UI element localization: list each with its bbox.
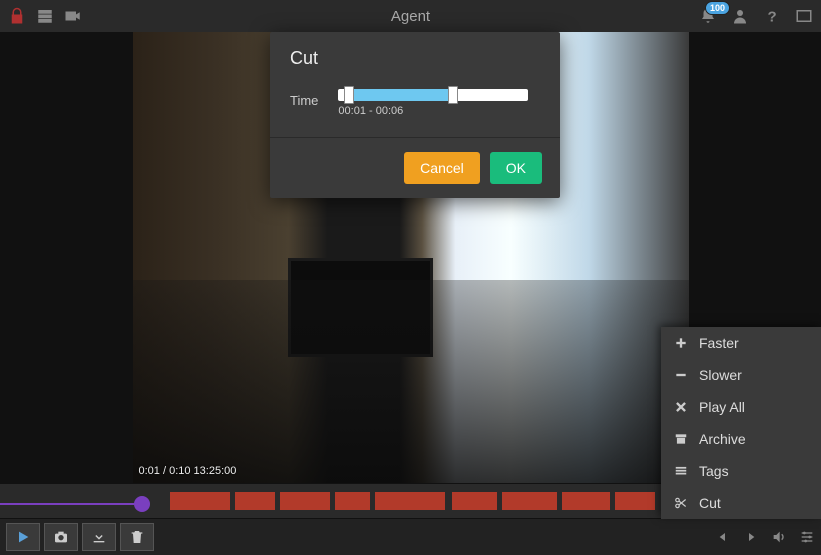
timeline-motion-segment — [502, 492, 557, 510]
ctx-label: Faster — [699, 335, 739, 351]
ctx-item-slower[interactable]: Slower — [661, 359, 821, 391]
scissors-icon — [673, 495, 689, 511]
time-range-slider[interactable] — [338, 89, 528, 101]
next-icon[interactable] — [743, 529, 759, 545]
ctx-item-cut[interactable]: Cut — [661, 487, 821, 519]
bottom-right — [715, 529, 815, 545]
time-range-value: 00:01 - 00:06 — [338, 105, 540, 117]
range-handle-end[interactable] — [448, 86, 458, 104]
video-content — [288, 258, 433, 357]
prev-icon[interactable] — [715, 529, 731, 545]
timeline-motion-segment — [562, 492, 610, 510]
x-icon — [673, 399, 689, 415]
ctx-label: Slower — [699, 367, 742, 383]
archive-icon — [673, 431, 689, 447]
timeline-motion-segment — [280, 492, 330, 510]
ctx-item-tags[interactable]: Tags — [661, 455, 821, 487]
server-icon[interactable] — [36, 7, 54, 25]
svg-text:?: ? — [768, 8, 777, 25]
play-button[interactable] — [6, 523, 40, 551]
timeline-motion-segment — [615, 492, 655, 510]
download-button[interactable] — [82, 523, 116, 551]
timeline-motion-segment — [335, 492, 370, 510]
ctx-item-playall[interactable]: Play All — [661, 391, 821, 423]
snapshot-button[interactable] — [44, 523, 78, 551]
context-menu: Faster Slower Play All Archive Tags Cut — [661, 327, 821, 519]
timeline-progress — [0, 503, 140, 505]
range-fill — [348, 89, 452, 101]
settings-sliders-icon[interactable] — [799, 529, 815, 545]
timeline-motion-segment — [235, 492, 275, 510]
header-left — [8, 7, 82, 25]
app-title: Agent — [0, 8, 821, 25]
time-slider-col: 00:01 - 00:06 — [338, 89, 540, 117]
bottom-bar — [0, 519, 821, 555]
help-icon[interactable]: ? — [763, 7, 781, 25]
user-icon[interactable] — [731, 7, 749, 25]
ctx-label: Archive — [699, 431, 746, 447]
time-label: Time — [290, 89, 318, 108]
dialog-body: Time 00:01 - 00:06 — [270, 79, 560, 138]
plus-icon — [673, 335, 689, 351]
ctx-label: Cut — [699, 495, 721, 511]
timeline-motion-segment — [452, 492, 497, 510]
cancel-button[interactable]: Cancel — [404, 152, 480, 184]
list-icon — [673, 463, 689, 479]
ctx-item-archive[interactable]: Archive — [661, 423, 821, 455]
timeline-motion-segment — [375, 492, 445, 510]
header-right: 100 ? — [699, 7, 813, 25]
notifications-icon[interactable]: 100 — [699, 7, 717, 25]
camera-add-icon[interactable] — [64, 7, 82, 25]
minus-icon — [673, 367, 689, 383]
volume-icon[interactable] — [771, 529, 787, 545]
timeline-motion-segment — [170, 492, 230, 510]
lock-icon[interactable] — [8, 7, 26, 25]
fullscreen-icon[interactable] — [795, 7, 813, 25]
header-bar: Agent 100 ? — [0, 0, 821, 32]
timestamp-overlay: 0:01 / 0:10 13:25:00 — [139, 465, 237, 477]
range-handle-start[interactable] — [344, 86, 354, 104]
ctx-label: Play All — [699, 399, 745, 415]
ctx-label: Tags — [699, 463, 729, 479]
cut-dialog: Cut Time 00:01 - 00:06 Cancel OK — [270, 32, 560, 198]
timeline-playhead[interactable] — [134, 496, 150, 512]
delete-button[interactable] — [120, 523, 154, 551]
notification-badge: 100 — [705, 1, 730, 15]
dialog-title: Cut — [270, 32, 560, 79]
ok-button[interactable]: OK — [490, 152, 542, 184]
ctx-item-faster[interactable]: Faster — [661, 327, 821, 359]
dialog-footer: Cancel OK — [270, 138, 560, 198]
